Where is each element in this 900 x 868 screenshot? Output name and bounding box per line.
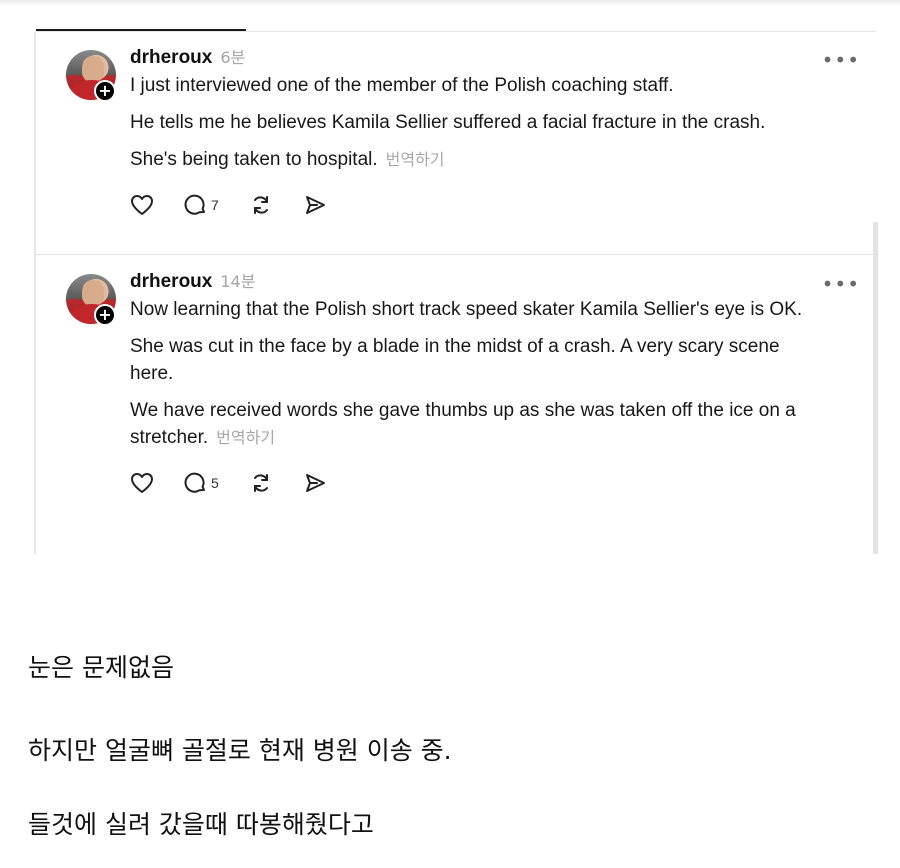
post-paragraph: We have received words she gave thumbs u… — [130, 397, 845, 451]
repost-icon — [253, 474, 268, 492]
avatar-head — [82, 280, 104, 306]
more-horizontal-icon[interactable]: ••• — [822, 50, 860, 70]
timestamp[interactable]: 14분 — [220, 268, 255, 292]
username[interactable]: drheroux — [130, 271, 212, 293]
post-paragraph: She's being taken to hospital. 번역하기 — [130, 146, 850, 173]
thread-card: + drheroux 6분 I just interviewed one of … — [34, 32, 878, 554]
top-edge — [0, 0, 900, 6]
avatar[interactable]: + — [66, 274, 120, 328]
comment-bubble-icon — [184, 194, 205, 215]
share-button[interactable] — [303, 193, 327, 217]
post-paragraph: Now learning that the Polish short track… — [130, 299, 803, 320]
heart-icon — [131, 195, 153, 215]
repost-icon — [253, 196, 268, 214]
post-paragraph: She was cut in the face by a blade in th… — [130, 336, 780, 384]
follow-plus-icon[interactable]: + — [94, 80, 116, 102]
follow-plus-icon[interactable]: + — [94, 304, 116, 326]
repost-button[interactable] — [249, 193, 273, 217]
send-icon — [305, 474, 325, 492]
comment-line: 하지만 얼굴뼈 골절로 현재 병원 이송 중. — [28, 736, 452, 765]
post-paragraph: I just interviewed one of the member of … — [130, 75, 674, 96]
translate-link[interactable]: 번역하기 — [386, 150, 445, 169]
reply-button[interactable]: 5 — [184, 471, 219, 495]
post-paragraph-text: She's being taken to hospital. — [130, 149, 378, 170]
screenshot-page: + drheroux 6분 I just interviewed one of … — [0, 0, 900, 868]
share-button[interactable] — [303, 471, 327, 495]
like-button[interactable] — [130, 472, 154, 494]
comment-bubble-icon — [184, 472, 205, 493]
heart-icon — [131, 473, 153, 493]
reply-count: 5 — [211, 475, 219, 491]
post-body: drheroux 14분 Now learning that the Polis… — [130, 268, 850, 498]
translate-link[interactable]: 번역하기 — [216, 428, 275, 447]
avatar[interactable]: + — [66, 50, 120, 104]
post-divider — [36, 254, 874, 255]
post-body: drheroux 6분 I just interviewed one of th… — [130, 44, 850, 220]
like-button[interactable] — [130, 194, 154, 216]
post-actions: 5 — [130, 468, 850, 498]
reply-button[interactable]: 7 — [184, 193, 219, 217]
username[interactable]: drheroux — [130, 47, 212, 69]
scrollbar[interactable] — [873, 222, 878, 554]
more-horizontal-icon[interactable]: ••• — [822, 274, 860, 294]
avatar-head — [82, 56, 104, 82]
card-left-border — [34, 32, 36, 554]
reply-count: 7 — [211, 197, 219, 213]
post-actions: 7 — [130, 190, 850, 220]
send-icon — [305, 196, 325, 214]
post-meta: drheroux 14분 — [130, 268, 850, 294]
repost-button[interactable] — [249, 471, 273, 495]
timestamp[interactable]: 6분 — [220, 44, 245, 68]
post-meta: drheroux 6분 — [130, 44, 850, 70]
comment-line: 눈은 문제없음 — [28, 653, 174, 682]
comment-line: 들것에 실려 갔을때 따봉해줬다고 — [28, 810, 374, 839]
post-paragraph: He tells me he believes Kamila Sellier s… — [130, 112, 766, 133]
